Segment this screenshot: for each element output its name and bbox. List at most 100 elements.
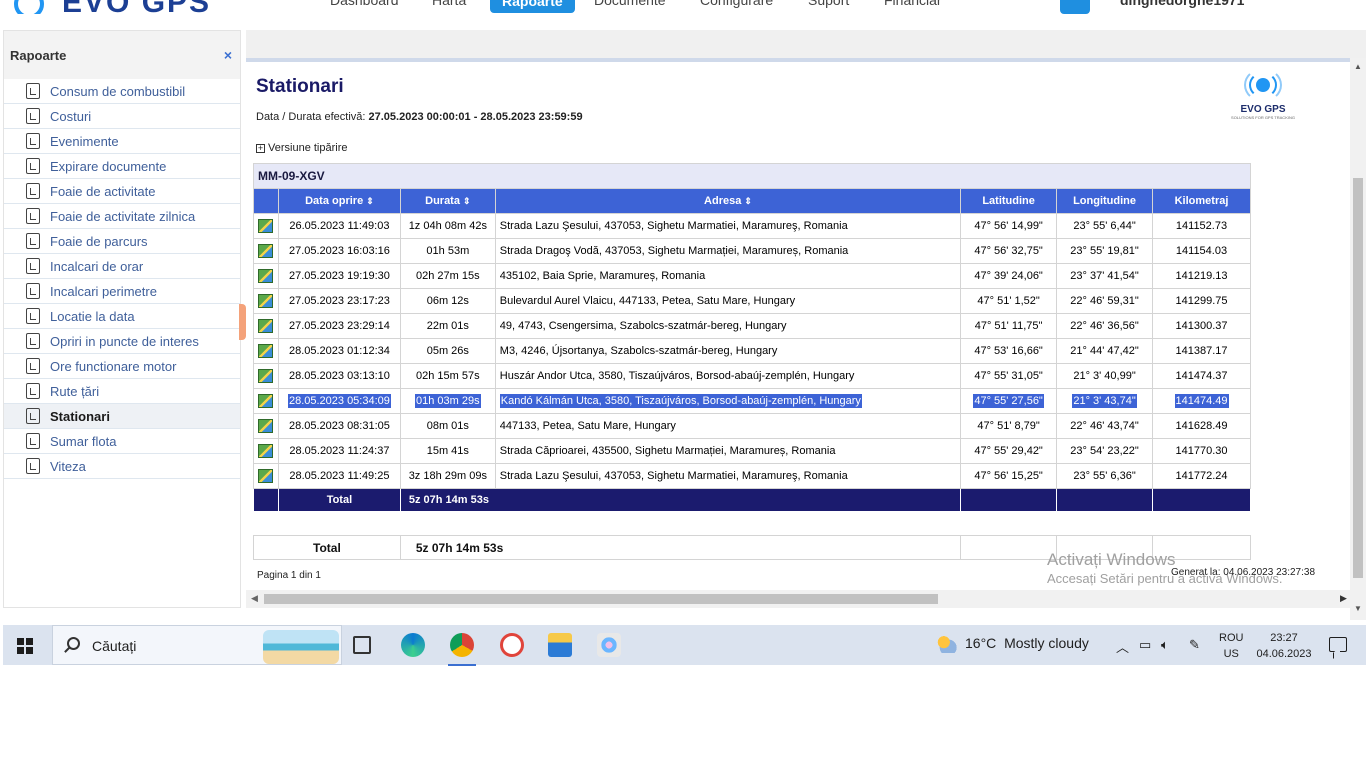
edge-browser-icon[interactable] bbox=[401, 633, 425, 657]
map-icon[interactable] bbox=[253, 263, 279, 289]
sidebar-collapse-handle[interactable] bbox=[239, 304, 246, 340]
sidebar-item-costuri[interactable]: Costuri bbox=[4, 104, 240, 129]
map-icon[interactable] bbox=[258, 318, 274, 333]
sidebar-item-locatie[interactable]: Locatie la data bbox=[4, 304, 240, 329]
sort-icon[interactable]: ⇕ bbox=[366, 196, 374, 207]
file-explorer-icon[interactable] bbox=[548, 633, 572, 657]
nav-harta[interactable]: Harta bbox=[432, 0, 466, 8]
table-row[interactable]: 28.05.2023 11:49:25 3z 18h 29m 09s Strada … bbox=[253, 463, 1251, 489]
nav-documente[interactable]: Documente bbox=[594, 0, 666, 8]
weather-widget[interactable]: 16°C Mostly cloudy bbox=[935, 635, 1089, 654]
map-icon[interactable] bbox=[253, 338, 279, 364]
table-row[interactable]: 28.05.2023 08:31:05 08m 01s 447133, Petea,… bbox=[253, 413, 1251, 439]
sort-icon[interactable]: ⇕ bbox=[463, 196, 471, 207]
scroll-up-icon[interactable]: ▲ bbox=[1354, 62, 1362, 71]
pen-icon[interactable]: ✎ bbox=[1189, 637, 1200, 653]
sidebar-item-opriri[interactable]: Opriri in puncte de interes bbox=[4, 329, 240, 354]
map-icon[interactable] bbox=[253, 213, 279, 239]
scroll-thumb[interactable] bbox=[1353, 178, 1363, 578]
sidebar-item-evenimente[interactable]: Evenimente bbox=[4, 129, 240, 154]
col-adresa[interactable]: Adresa ⇕ bbox=[494, 188, 962, 214]
sidebar-item-viteza[interactable]: Viteza bbox=[4, 454, 240, 479]
scroll-thumb-horizontal[interactable] bbox=[264, 594, 938, 604]
language-indicator[interactable]: ROU US bbox=[1219, 630, 1243, 662]
scroll-down-icon[interactable]: ▼ bbox=[1354, 604, 1362, 613]
sidebar-item-rute-tari[interactable]: Rute țări bbox=[4, 379, 240, 404]
cell-latitudine-text: 47° 51' 11,75" bbox=[974, 320, 1043, 332]
map-icon[interactable] bbox=[253, 438, 279, 464]
sidebar-item-incalcari-perimetre[interactable]: Incalcari perimetre bbox=[4, 279, 240, 304]
scroll-right-icon[interactable]: ▶ bbox=[1340, 593, 1347, 604]
user-name[interactable]: dinghedorghe1971 bbox=[1120, 0, 1244, 8]
brand-logo[interactable]: EVO GPS bbox=[14, 0, 211, 14]
battery-icon[interactable]: ▭ bbox=[1139, 637, 1151, 653]
chevron-up-icon[interactable]: ︿ bbox=[1116, 637, 1129, 656]
table-row[interactable]: 27.05.2023 23:17:23 06m 12s Bulevardul Aur… bbox=[253, 288, 1251, 314]
nav-dashboard[interactable]: Dashboard bbox=[330, 0, 399, 8]
nav-rapoarte[interactable]: Rapoarte bbox=[490, 0, 575, 13]
sidebar-item-label: Foaie de activitate bbox=[50, 183, 156, 199]
sidebar-item-foaie-parcurs[interactable]: Foaie de parcurs bbox=[4, 229, 240, 254]
nav-suport[interactable]: Suport bbox=[808, 0, 849, 8]
search-input[interactable]: Căutați bbox=[92, 638, 136, 654]
map-icon[interactable] bbox=[253, 363, 279, 389]
table-row[interactable]: 27.05.2023 19:19:30 02h 27m 15s 435102, Ba… bbox=[253, 263, 1251, 289]
windows-start-icon[interactable] bbox=[17, 638, 33, 654]
col-data-oprire[interactable]: Data oprire ⇕ bbox=[277, 188, 401, 214]
table-row[interactable]: 28.05.2023 01:12:34 05m 26s M3, 4246, Újso… bbox=[253, 338, 1251, 364]
scroll-left-icon[interactable]: ◀ bbox=[251, 593, 258, 604]
nav-financiar[interactable]: Financiar bbox=[884, 0, 942, 8]
map-icon[interactable] bbox=[253, 388, 279, 414]
cell-kilometraj-text: 141474.37 bbox=[1175, 370, 1228, 382]
sidebar-title: Rapoarte bbox=[10, 47, 67, 63]
map-icon[interactable] bbox=[258, 218, 274, 233]
map-icon[interactable] bbox=[253, 413, 279, 439]
temperature: 16°C bbox=[965, 635, 997, 651]
col-durata[interactable]: Durata ⇕ bbox=[399, 188, 496, 214]
map-icon[interactable] bbox=[253, 463, 279, 489]
sidebar-item-sumar-flota[interactable]: Sumar flota bbox=[4, 429, 240, 454]
map-icon[interactable] bbox=[258, 293, 274, 308]
map-icon[interactable] bbox=[258, 368, 274, 383]
map-icon[interactable] bbox=[258, 243, 274, 258]
speaker-icon[interactable]: 🔈︎ bbox=[1161, 637, 1169, 653]
rss-icon[interactable] bbox=[1060, 0, 1090, 14]
system-clock[interactable]: 23:27 04.06.2023 bbox=[1253, 630, 1315, 662]
map-icon[interactable] bbox=[258, 343, 274, 358]
table-row[interactable]: 27.05.2023 16:03:16 01h 53m Strada Dragoş … bbox=[253, 238, 1251, 264]
chrome-browser-icon[interactable] bbox=[448, 633, 476, 666]
table-row[interactable]: 28.05.2023 03:13:10 02h 15m 57s Huszár And… bbox=[253, 363, 1251, 389]
nav-configurare[interactable]: Configurare bbox=[700, 0, 773, 8]
close-icon[interactable]: × bbox=[224, 47, 232, 63]
cell-kilometraj-text: 141387.17 bbox=[1175, 345, 1228, 357]
app-red-circle-icon[interactable] bbox=[500, 633, 524, 657]
cell-longitudine: 23° 55' 19,81" bbox=[1056, 238, 1154, 264]
map-icon[interactable] bbox=[258, 443, 274, 458]
table-row[interactable]: 26.05.2023 11:49:03 1z 04h 08m 42s Strada … bbox=[253, 213, 1251, 239]
map-icon[interactable] bbox=[253, 313, 279, 339]
sidebar-item-consum[interactable]: Consum de combustibil bbox=[4, 79, 240, 104]
sidebar-item-stationari[interactable]: Stationari bbox=[4, 404, 240, 429]
horizontal-scrollbar[interactable]: ◀ ▶ bbox=[246, 590, 1350, 608]
notification-icon[interactable] bbox=[1329, 637, 1347, 652]
table-row[interactable]: 28.05.2023 05:34:09 01h 03m 29s Kandó Kálm… bbox=[253, 388, 1251, 414]
sidebar-item-foaie-zilnica[interactable]: Foaie de activitate zilnica bbox=[4, 204, 240, 229]
table-row[interactable]: 28.05.2023 11:24:37 15m 41s Strada Căprioa… bbox=[253, 438, 1251, 464]
vertical-scrollbar[interactable]: ▲ ▼ bbox=[1350, 58, 1366, 620]
map-icon[interactable] bbox=[258, 268, 274, 283]
map-icon[interactable] bbox=[253, 288, 279, 314]
sidebar-item-foaie-activitate[interactable]: Foaie de activitate bbox=[4, 179, 240, 204]
sidebar-item-ore-motor[interactable]: Ore functionare motor bbox=[4, 354, 240, 379]
table-row[interactable]: 27.05.2023 23:29:14 22m 01s 49, 4743, Csen… bbox=[253, 313, 1251, 339]
taskbar-search[interactable]: Căutați bbox=[52, 625, 342, 665]
sort-icon[interactable]: ⇕ bbox=[744, 196, 752, 207]
map-icon[interactable] bbox=[258, 468, 274, 483]
paint-icon[interactable] bbox=[597, 633, 621, 657]
sidebar-item-expirare[interactable]: Expirare documente bbox=[4, 154, 240, 179]
task-view-icon[interactable] bbox=[353, 636, 371, 654]
print-version-link[interactable]: + Versiune tipărire bbox=[256, 142, 348, 154]
map-icon[interactable] bbox=[258, 418, 274, 433]
sidebar-item-incalcari-orar[interactable]: Incalcari de orar bbox=[4, 254, 240, 279]
map-icon[interactable] bbox=[258, 393, 274, 408]
map-icon[interactable] bbox=[253, 238, 279, 264]
